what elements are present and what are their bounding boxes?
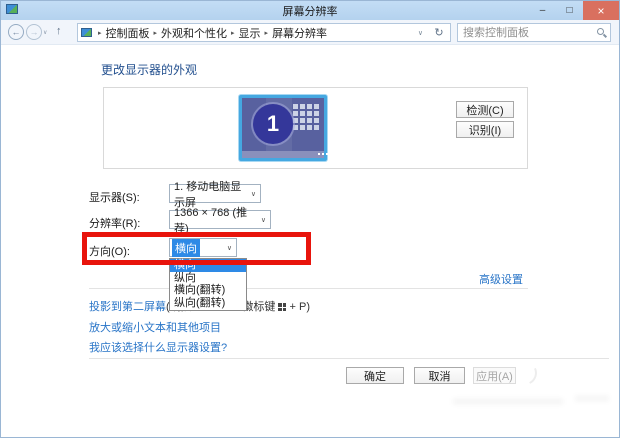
resolution-label: 分辨率(R): — [89, 215, 140, 231]
detect-button[interactable]: 检测(C) — [456, 101, 514, 118]
refresh-icon: ↻ — [434, 26, 443, 39]
watermark-smudge — [575, 395, 609, 402]
search-icon — [597, 28, 604, 35]
project-second-screen-link[interactable]: 投影到第二屏幕 — [89, 301, 166, 313]
project-hint-suffix: + P) — [286, 301, 310, 313]
chevron-down-icon: ∨ — [256, 216, 266, 224]
screen-resolution-window: 屏幕分辨率 – □ × ← → ∨ ↑ ▸ 控制面板 ▸ 外观和个性化 ▸ 显示… — [0, 0, 620, 438]
identify-button[interactable]: 识别(I) — [456, 121, 514, 138]
page-title: 更改显示器的外观 — [101, 61, 197, 78]
search-box — [457, 23, 611, 42]
close-button[interactable]: × — [583, 1, 619, 20]
breadcrumb-display[interactable]: 显示 — [239, 25, 261, 41]
resolution-select[interactable]: 1366 × 768 (推荐) ∨ — [169, 210, 271, 229]
apply-button[interactable]: 应用(A) — [473, 367, 516, 384]
address-dropdown-icon[interactable]: ∨ — [418, 29, 425, 37]
up-button[interactable]: ↑ — [56, 25, 62, 37]
window-title: 屏幕分辨率 — [1, 3, 619, 19]
forward-icon: → — [30, 27, 39, 37]
monitor-dots-icon — [318, 153, 320, 155]
chevron-down-icon: ∨ — [246, 190, 256, 198]
breadcrumb-screen-resolution[interactable]: 屏幕分辨率 — [272, 25, 327, 41]
monitor-number-badge: 1 — [253, 104, 293, 144]
minimize-button[interactable]: – — [529, 1, 556, 20]
start-tiles-icon — [293, 104, 319, 130]
display-label: 显示器(S): — [89, 189, 140, 205]
forward-button[interactable]: → — [26, 24, 42, 40]
address-box[interactable]: ▸ 控制面板 ▸ 外观和个性化 ▸ 显示 ▸ 屏幕分辨率 ∨ — [77, 23, 429, 42]
ok-button[interactable]: 确定 — [346, 367, 404, 384]
display-settings-help-link[interactable]: 我应该选择什么显示器设置? — [89, 339, 227, 355]
breadcrumb-separator-icon: ▸ — [98, 29, 102, 37]
orientation-dropdown-list: 横向 纵向 横向(翻转) 纵向(翻转) — [169, 258, 247, 311]
refresh-button[interactable]: ↻ — [428, 23, 451, 42]
monitor-number: 1 — [267, 111, 279, 137]
recent-pages-dropdown[interactable]: ∨ — [43, 29, 47, 36]
address-bar: ← → ∨ ↑ ▸ 控制面板 ▸ 外观和个性化 ▸ 显示 ▸ 屏幕分辨率 ∨ ↻ — [1, 20, 619, 45]
breadcrumb-separator-icon: ▸ — [154, 29, 158, 37]
monitor-preview[interactable]: 1 — [239, 95, 327, 161]
window-controls: – □ × — [529, 1, 619, 20]
advanced-settings-link[interactable]: 高级设置 — [479, 271, 523, 287]
breadcrumb-appearance[interactable]: 外观和个性化 — [161, 25, 227, 41]
resize-text-link[interactable]: 放大或缩小文本和其他项目 — [89, 319, 221, 335]
location-monitor-icon — [81, 28, 92, 37]
breadcrumb-control-panel[interactable]: 控制面板 — [106, 25, 150, 41]
annotation-highlight-box — [82, 232, 311, 265]
orientation-option-landscape-flipped[interactable]: 横向(翻转) — [170, 284, 246, 297]
display-preview-panel: 1 检测(C) 识别(I) — [103, 87, 528, 169]
cancel-button[interactable]: 取消 — [414, 367, 465, 384]
orientation-option-portrait-flipped[interactable]: 纵向(翻转) — [170, 297, 246, 310]
breadcrumb-separator-icon: ▸ — [231, 29, 235, 37]
watermark-smudge — [453, 398, 563, 405]
maximize-button[interactable]: □ — [556, 1, 583, 20]
breadcrumb-separator-icon: ▸ — [265, 29, 269, 37]
app-monitor-icon — [6, 4, 18, 14]
title-bar: 屏幕分辨率 – □ × — [1, 1, 619, 20]
resolution-select-value: 1366 × 768 (推荐) — [174, 204, 256, 236]
separator — [89, 358, 609, 359]
back-icon: ← — [12, 27, 21, 37]
display-select[interactable]: 1. 移动电脑显示屏 ∨ — [169, 184, 261, 203]
monitor-taskbar-strip — [242, 151, 324, 158]
separator — [89, 288, 528, 289]
search-input[interactable] — [458, 24, 610, 41]
orientation-option-portrait[interactable]: 纵向 — [170, 272, 246, 285]
back-button[interactable]: ← — [8, 24, 24, 40]
